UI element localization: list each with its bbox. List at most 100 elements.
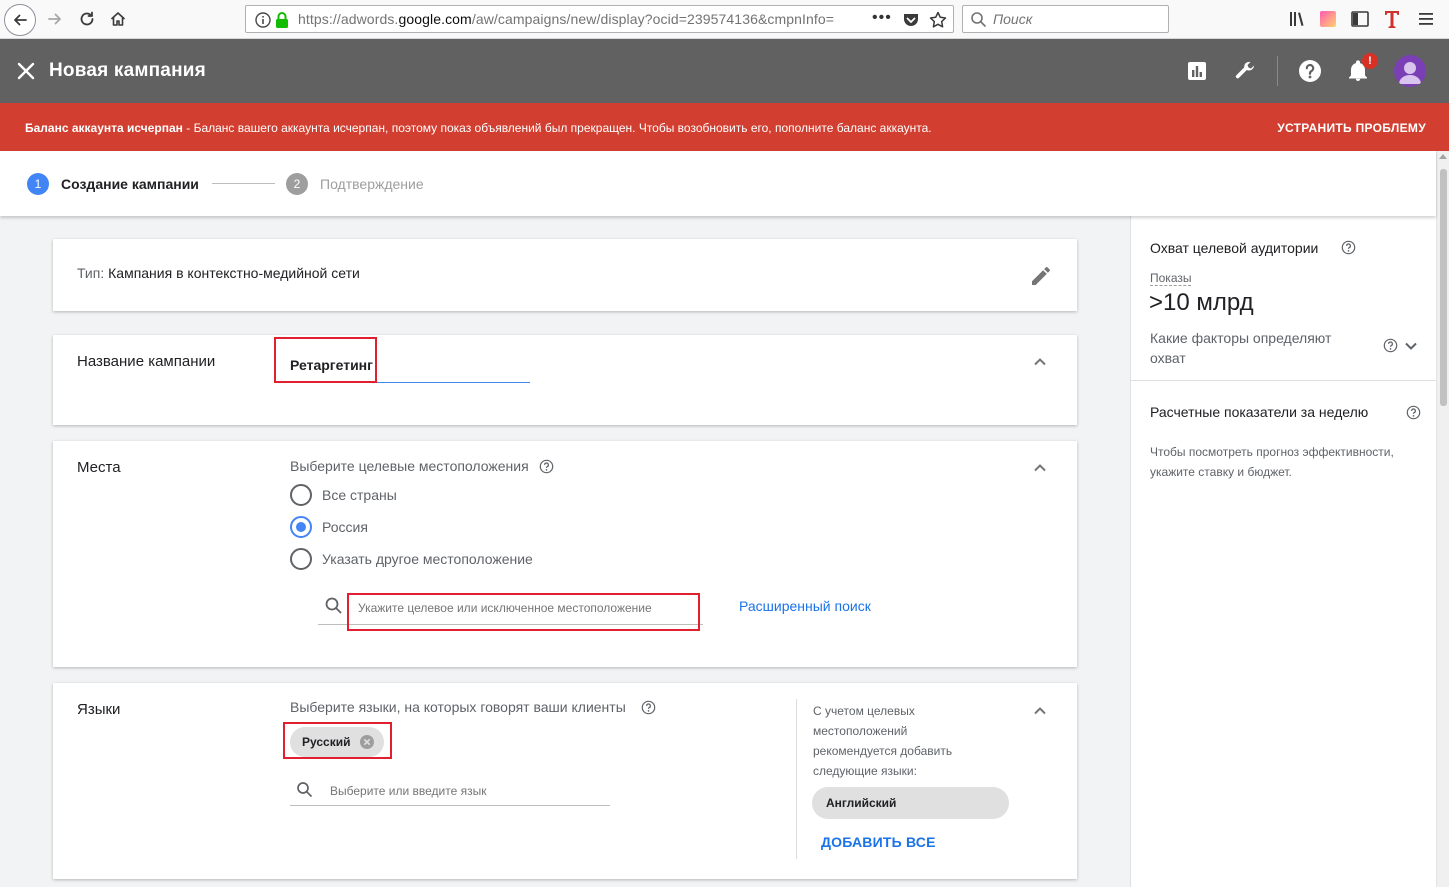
languages-sublabel: Выберите языки, на которых говорят ваши … [290,699,626,715]
letter-t-icon [1385,11,1399,28]
reach-factors-label: Какие факторы определяют охват [1150,330,1332,366]
help-icon[interactable] [1383,338,1398,353]
suggested-language-chip[interactable]: Английский [812,787,1009,819]
app-header: Новая кампания [0,39,1449,103]
search-icon [971,12,987,28]
impressions-label[interactable]: Показы [1150,271,1192,286]
sidebar-button[interactable] [1348,7,1372,31]
bar-chart-icon [1188,62,1206,80]
page-title: Новая кампания [49,60,206,81]
locations-sublabel: Выберите целевые местоположения [290,458,529,474]
alert-message: Баланс аккаунта исчерпан - Баланс вашего… [25,121,932,135]
language-search-input[interactable] [330,783,600,799]
home-icon [110,12,126,26]
campaign-name-field [290,335,530,383]
campaign-type: Тип: Кампания в контекстно-медийной сети [77,265,360,281]
location-input-underline [318,624,703,625]
reload-icon [80,11,94,26]
help-icon[interactable] [641,700,656,715]
campaign-type-card: Тип: Кампания в контекстно-медийной сети [53,239,1077,311]
chip-label: Русский [302,735,351,749]
back-button[interactable] [4,4,36,36]
language-suggestion-text: С учетом целевых местоположений рекоменд… [813,704,953,778]
library-button[interactable] [1285,7,1309,31]
suggested-language-label: Английский [826,796,897,810]
page-scrollbar[interactable] [1436,151,1449,887]
campaign-type-value: Кампания в контекстно-медийной сети [104,265,360,281]
chevron-up-icon[interactable] [1030,352,1050,372]
info-icon[interactable] [254,11,272,29]
add-all-languages-button[interactable]: ДОБАВИТЬ ВСЕ [821,834,936,850]
hamburger-menu-icon [1419,13,1433,25]
browser-search-box[interactable] [962,5,1169,33]
url-path: /aw/campaigns/new/display?ocid=239574136… [471,11,835,27]
home-button[interactable] [103,5,133,33]
location-search-input[interactable] [358,599,698,617]
address-bar[interactable]: https://adwords.google.com/aw/campaigns/… [245,5,954,33]
url-prefix: https://adwords. [298,11,399,27]
browser-search-input[interactable] [993,10,1163,28]
radio-button[interactable] [290,484,312,506]
pencil-icon[interactable] [1029,264,1053,288]
help-icon[interactable] [539,459,554,474]
reach-sidebar: Охват целевой аудитории Показы >10 млрд … [1130,216,1437,887]
header-divider [1277,56,1278,86]
advanced-search-link[interactable]: Расширенный поиск [739,598,871,614]
bookmark-star-icon[interactable] [928,10,948,30]
campaign-stepper: 1 Создание кампании 2 Подтверждение [0,151,1436,216]
browser-toolbar: https://adwords.google.com/aw/campaigns/… [0,0,1449,39]
extension-button[interactable] [1316,7,1340,31]
help-circle-icon [1299,60,1321,82]
search-icon [325,597,342,614]
campaign-name-card: Название кампании [53,335,1077,425]
translate-extension-button[interactable] [1380,7,1404,31]
radio-button-selected[interactable] [290,516,312,538]
arrow-left-icon [14,14,27,26]
extension-gradient-icon [1320,11,1336,27]
suggestions-divider [796,699,797,859]
help-icon[interactable] [1341,240,1356,255]
chevron-up-icon[interactable] [1030,458,1050,478]
weekly-estimates-title: Расчетные показатели за неделю [1150,404,1369,420]
impressions-value: >10 млрд [1149,289,1254,316]
campaign-name-input[interactable] [290,355,530,375]
pocket-icon[interactable] [901,10,921,30]
chevron-up-icon[interactable] [1030,701,1050,721]
campaign-name-label: Название кампании [77,353,216,370]
help-button[interactable] [1296,57,1324,85]
fix-problem-button[interactable]: УСТРАНИТЬ ПРОБЛЕМУ [1277,121,1426,135]
sidebar-icon [1351,11,1369,27]
avatar[interactable] [1394,55,1426,87]
browser-menu-button[interactable] [1414,7,1438,31]
locations-label: Места [77,459,121,476]
help-icon[interactable] [1406,405,1421,420]
tools-button[interactable] [1231,57,1259,85]
reload-button[interactable] [72,5,102,33]
radio-label: Все страны [322,487,397,503]
wrench-icon [1235,61,1254,79]
step-2-label[interactable]: Подтверждение [320,176,424,192]
sidebar-divider [1131,380,1437,381]
language-chip-russian[interactable]: Русский [290,727,384,757]
forward-button[interactable] [40,5,70,33]
lock-icon[interactable] [274,11,290,29]
scroll-up-arrow-icon[interactable] [1439,154,1447,159]
arrow-right-icon [48,13,61,25]
library-icon [1290,12,1304,26]
chevron-down-icon[interactable] [1402,337,1420,355]
reach-title: Охват целевой аудитории [1150,240,1319,256]
remove-chip-icon[interactable] [359,734,375,750]
close-icon[interactable] [14,59,38,83]
reports-button[interactable] [1183,57,1211,85]
step-2-number: 2 [286,173,308,195]
step-connector [212,183,275,184]
scrollbar-thumb[interactable] [1440,169,1447,406]
alert-body: - Баланс вашего аккаунта исчерпан, поэто… [182,121,932,135]
radio-label: Указать другое местоположение [322,551,533,567]
url-domain: google.com [398,11,472,27]
radio-label: Россия [322,519,368,535]
step-1-label[interactable]: Создание кампании [61,176,199,192]
search-icon [297,782,313,798]
page-actions-menu[interactable]: ••• [872,9,892,27]
radio-button[interactable] [290,548,312,570]
